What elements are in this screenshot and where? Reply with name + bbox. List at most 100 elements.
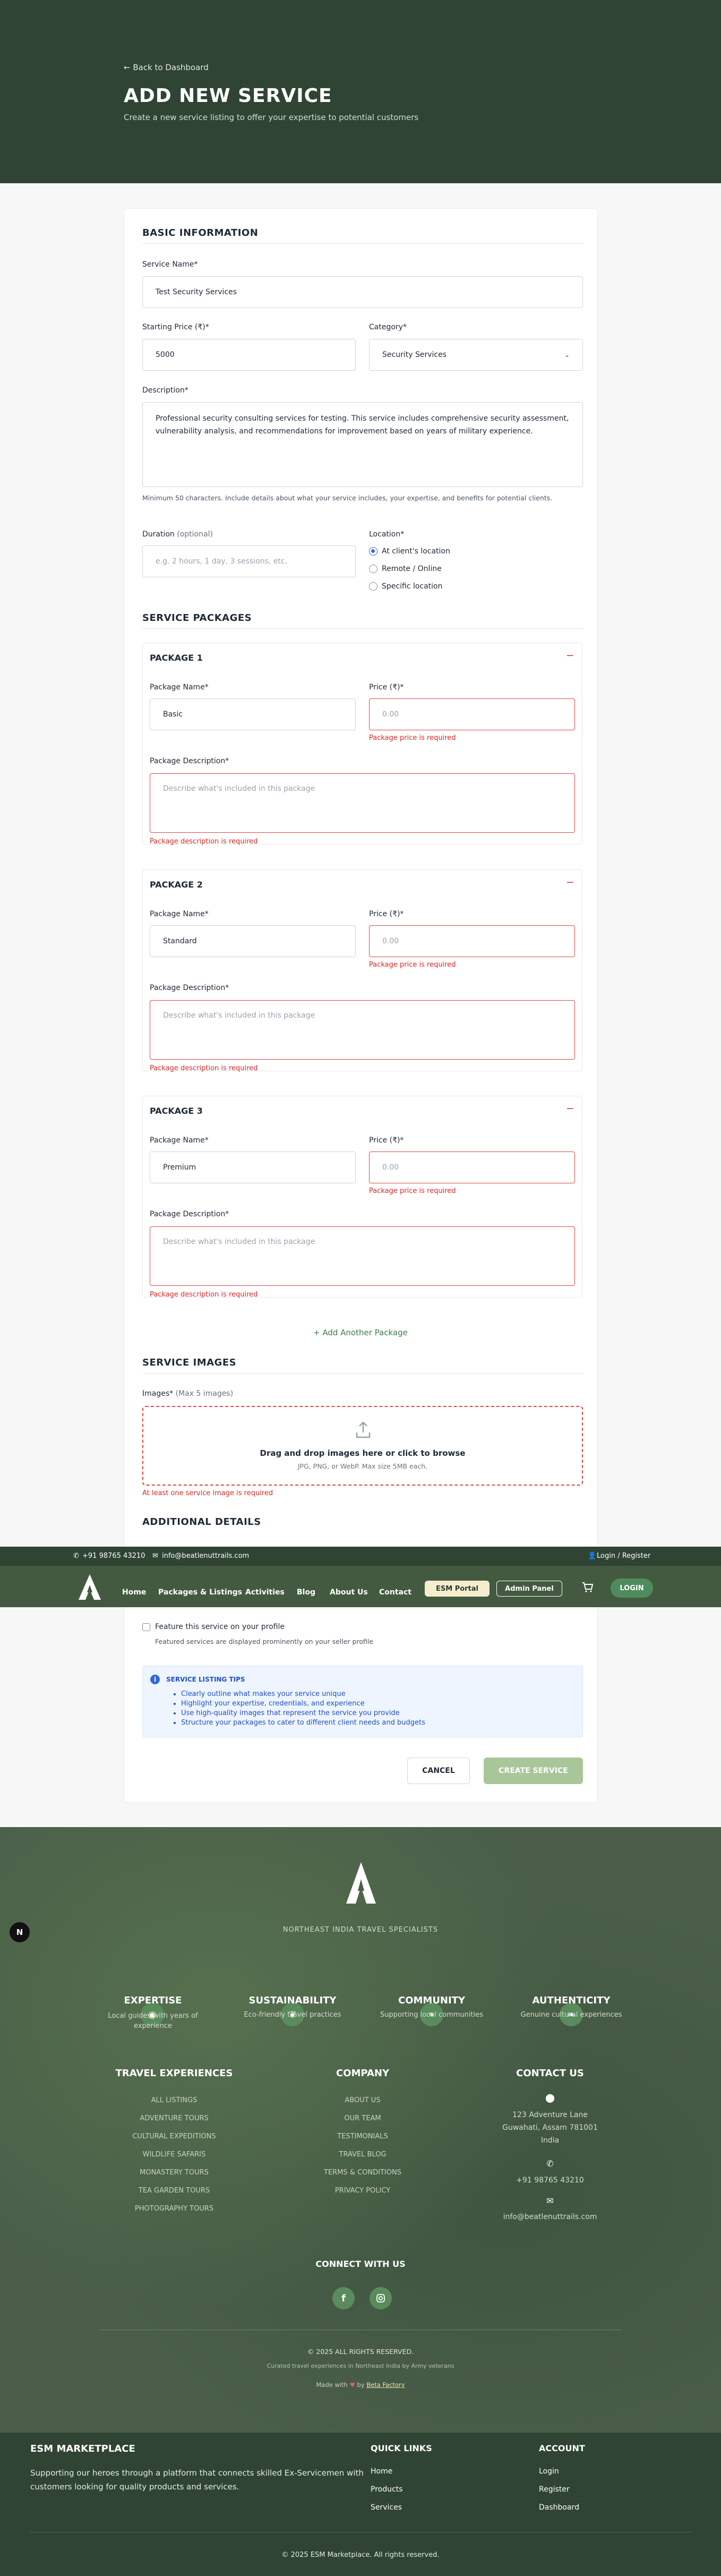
travel-link[interactable]: MONASTERY TOURS — [100, 2169, 248, 2177]
topbar-phone[interactable]: +91 98765 43210 — [82, 1552, 145, 1560]
company-link[interactable]: TRAVEL BLOG — [310, 2151, 416, 2159]
nav-contact[interactable]: Contact — [379, 1588, 411, 1597]
travel-link[interactable]: WILDLIFE SAFARIS — [100, 2151, 248, 2159]
quick-link-products[interactable]: Products — [371, 2485, 402, 2494]
address-line: India — [540, 2136, 560, 2145]
package-name-input[interactable]: Standard — [150, 925, 356, 957]
package-price-input[interactable]: 0.00 — [369, 925, 575, 957]
package-price-placeholder: 0.00 — [382, 1163, 399, 1172]
description-textarea[interactable]: Professional security consulting service… — [142, 402, 583, 487]
collapse-icon[interactable]: − — [566, 877, 574, 888]
connect-heading: CONNECT WITH US — [315, 2259, 406, 2269]
travel-link[interactable]: PHOTOGRAPHY TOURS — [100, 2205, 248, 2213]
nav-home[interactable]: Home — [122, 1588, 146, 1597]
maker-link[interactable]: Beta Factory — [366, 2381, 405, 2389]
admin-panel-button[interactable]: Admin Panel — [496, 1581, 562, 1597]
feature-title: AUTHENTICITY — [532, 1995, 611, 2006]
facebook-icon[interactable]: f — [332, 2287, 355, 2309]
company-link[interactable]: TESTIMONIALS — [310, 2133, 416, 2140]
footer-tagline: NORTHEAST INDIA TRAVEL SPECIALISTS — [282, 1926, 439, 1934]
add-package-button[interactable]: + Add Another Package — [313, 1328, 408, 1337]
nav-about-us[interactable]: About Us — [330, 1588, 368, 1597]
heart-icon: ♥ — [349, 2381, 355, 2389]
package-name-input[interactable]: Basic — [150, 698, 356, 730]
footer-logo — [345, 1861, 377, 1905]
radio-icon — [369, 582, 377, 591]
package-name-value: Standard — [163, 937, 197, 945]
login-button[interactable]: LOGIN — [611, 1579, 653, 1598]
nav-packages-listings[interactable]: Packages & Listings — [158, 1588, 242, 1597]
category-label: Category* — [369, 323, 407, 331]
esm-footer-title: ESM MARKETPLACE — [30, 2443, 135, 2454]
package-desc-label: Package Description* — [150, 984, 229, 992]
travel-link[interactable]: ADVENTURE TOURS — [100, 2114, 248, 2122]
package-desc-textarea[interactable]: Describe what's included in this package — [150, 773, 575, 833]
starting-price-label: Starting Price (₹)* — [142, 323, 209, 331]
images-label: Images* (Max 5 images) — [142, 1389, 233, 1398]
location-radio-remote[interactable]: Remote / Online — [369, 565, 442, 573]
package-name-input[interactable]: Premium — [150, 1151, 356, 1183]
package-desc-textarea[interactable]: Describe what's included in this package — [150, 1000, 575, 1060]
quick-link-services[interactable]: Services — [371, 2503, 402, 2512]
radio-checked-icon — [369, 547, 377, 556]
additional-details-heading: ADDITIONAL DETAILS — [142, 1516, 261, 1528]
back-to-dashboard-link[interactable]: ← Back to Dashboard — [124, 63, 209, 72]
starting-price-input[interactable]: 5000 — [142, 339, 356, 371]
topbar-login-link[interactable]: Login / Register — [597, 1552, 650, 1560]
package-price-input[interactable]: 0.00 — [369, 698, 575, 730]
instagram-icon[interactable] — [370, 2287, 392, 2309]
company-link[interactable]: ABOUT US — [310, 2096, 416, 2104]
travel-link[interactable]: TEA GARDEN TOURS — [100, 2187, 248, 2195]
image-dropzone[interactable]: Drag and drop images here or click to br… — [142, 1406, 583, 1486]
service-images-heading: SERVICE IMAGES — [142, 1357, 237, 1368]
location-label: Location* — [369, 530, 405, 539]
account-link-register[interactable]: Register — [539, 2485, 570, 2494]
travel-link[interactable]: CULTURAL EXPEDITIONS — [100, 2133, 248, 2140]
cart-icon[interactable] — [581, 1581, 594, 1593]
page-header — [0, 0, 721, 183]
nav-blog[interactable]: Blog — [297, 1588, 315, 1597]
account-link-dashboard[interactable]: Dashboard — [539, 2503, 579, 2512]
topbar-email[interactable]: info@beatlenuttrails.com — [162, 1552, 249, 1560]
company-link[interactable]: PRIVACY POLICY — [310, 2187, 416, 2195]
made-by-text: by — [357, 2381, 365, 2389]
esm-portal-button[interactable]: ESM Portal — [425, 1581, 490, 1597]
package-desc-textarea[interactable]: Describe what's included in this package — [150, 1226, 575, 1286]
quick-links-heading: QUICK LINKS — [371, 2443, 432, 2453]
collapse-icon[interactable]: − — [566, 1103, 574, 1114]
basic-info-heading: BASIC INFORMATION — [142, 227, 259, 238]
contact-phone[interactable]: +91 98765 43210 — [470, 2176, 630, 2185]
company-link[interactable]: TERMS & CONDITIONS — [310, 2169, 416, 2177]
cancel-button[interactable]: CANCEL — [407, 1758, 470, 1784]
dropzone-subtitle: JPG, PNG, or WebP. Max size 5MB each. — [297, 1462, 428, 1470]
create-service-button[interactable]: CREATE SERVICE — [484, 1758, 583, 1784]
upload-icon — [355, 1421, 371, 1439]
company-link[interactable]: OUR TEAM — [310, 2114, 416, 2122]
service-packages-heading: SERVICE PACKAGES — [142, 612, 252, 624]
divider — [142, 628, 583, 629]
nav-activities[interactable]: Activities — [245, 1588, 285, 1597]
mail-icon: ✉ — [546, 2196, 554, 2206]
site-logo[interactable] — [78, 1573, 102, 1601]
chevron-down-icon: ⌄ — [564, 351, 570, 359]
collapse-icon[interactable]: − — [566, 650, 574, 661]
package-desc-placeholder: Describe what's included in this package — [163, 784, 315, 793]
made-with-line: Made with ♥ by Beta Factory — [0, 2381, 721, 2389]
contact-email[interactable]: info@beatlenuttrails.com — [470, 2213, 630, 2221]
divider — [142, 1373, 583, 1374]
package-price-error: Package price is required — [369, 734, 456, 742]
quick-link-home[interactable]: Home — [371, 2467, 392, 2476]
account-link-login[interactable]: Login — [539, 2467, 559, 2476]
radio-label: At client's location — [382, 547, 450, 556]
category-select[interactable]: Security Services ⌄ — [369, 339, 583, 371]
package-desc-error: Package description is required — [150, 1291, 258, 1299]
radio-label: Specific location — [382, 582, 443, 591]
package-price-input[interactable]: 0.00 — [369, 1151, 575, 1183]
travel-link[interactable]: ALL LISTINGS — [100, 2096, 248, 2104]
location-radio-specific[interactable]: Specific location — [369, 582, 443, 591]
service-name-input[interactable]: Test Security Services — [142, 276, 583, 308]
duration-input[interactable]: e.g. 2 hours, 1 day, 3 sessions, etc. — [142, 545, 356, 577]
location-radio-client[interactable]: At client's location — [369, 547, 450, 556]
feature-checkbox[interactable] — [142, 1623, 150, 1631]
package-desc-error: Package description is required — [150, 1064, 258, 1072]
